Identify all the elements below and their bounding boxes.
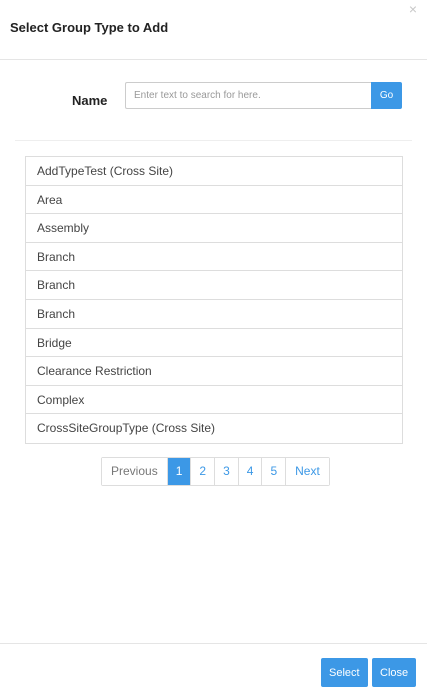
dialog-title: Select Group Type to Add [10,20,169,35]
list-item[interactable]: Assembly [26,214,402,243]
list-item[interactable]: Branch [26,242,402,272]
name-label: Name [72,93,108,108]
pagination-next[interactable]: Next [286,458,329,485]
pagination-page-4[interactable]: 4 [238,458,263,485]
name-search-input[interactable] [125,82,371,109]
divider [15,140,412,141]
list-item[interactable]: Complex [26,385,402,415]
pagination-page-2[interactable]: 2 [191,458,216,485]
list-item[interactable]: Bridge [26,328,402,358]
pagination-page-3[interactable]: 3 [215,458,239,485]
list-item[interactable]: Branch [26,299,402,329]
select-group-type-dialog: Select Group Type to Add × Name Go AddTy… [0,0,427,695]
pagination-page-1[interactable]: 1 [167,458,192,485]
list-item[interactable]: Area [26,185,402,215]
list-item[interactable]: CrossSiteGroupType (Cross Site) [26,414,402,443]
list-item[interactable]: Clearance Restriction [26,357,402,386]
pagination-page-5[interactable]: 5 [262,458,287,485]
dialog-header: Select Group Type to Add × [0,0,427,60]
group-type-list: AddTypeTest (Cross Site) Area Assembly B… [25,156,403,444]
select-button[interactable]: Select [321,658,368,687]
dialog-footer: Select Close [0,643,427,695]
search-row: Name Go [0,82,427,110]
close-button[interactable]: Close [372,658,417,687]
close-x-icon[interactable]: × [409,2,417,16]
list-item[interactable]: AddTypeTest (Cross Site) [26,157,402,186]
go-button[interactable]: Go [371,82,402,109]
list-item[interactable]: Branch [26,271,402,300]
pagination: Previous 1 2 3 4 5 Next [101,457,330,486]
pagination-previous[interactable]: Previous [102,458,168,485]
